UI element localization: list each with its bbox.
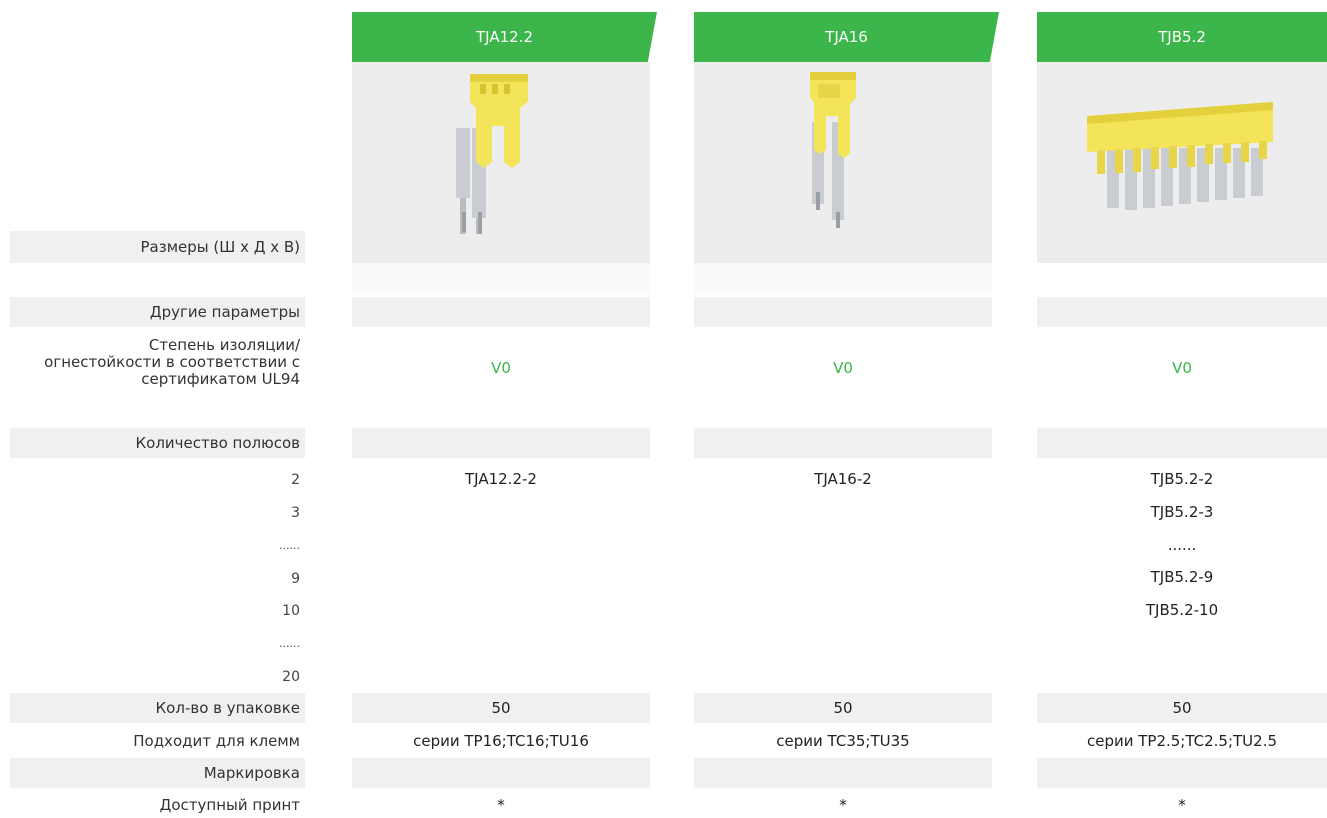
part-number: TJB5.2-10 — [1145, 601, 1219, 619]
pole-count-2: 2 — [291, 472, 300, 488]
yellow-10-pole-jumper-icon — [1087, 102, 1273, 210]
insulation-value: V0 — [833, 359, 853, 377]
print-value: * — [497, 796, 505, 814]
column-header-label: TJA16 — [825, 28, 868, 46]
column-header-label: TJA12.2 — [476, 28, 533, 46]
marking-cell — [694, 758, 992, 788]
qty-value: 50 — [833, 699, 853, 717]
yellow-2-pole-jumper-icon — [456, 74, 528, 234]
row-label-qty: Кол-во в упаковке — [10, 693, 305, 723]
print-value: * — [1178, 796, 1186, 814]
part-number-ellipsis: ...... — [1167, 536, 1197, 554]
yellow-2-pole-jumper-icon — [810, 72, 856, 228]
column-header-tja12-2: TJA12.2 — [352, 12, 657, 62]
fits-value: серии TP2.5;TC2.5;TU2.5 — [1086, 732, 1278, 750]
fits-value: серии TC35;TU35 — [776, 732, 910, 750]
fits-value: серии TP16;TC16;TU16 — [413, 732, 589, 750]
qty-value: 50 — [491, 699, 511, 717]
pole-count-dots: ...... — [279, 539, 300, 552]
row-label-other-params: Другие параметры — [10, 297, 305, 327]
poles-cell — [694, 428, 992, 458]
other-params-cell — [694, 297, 992, 327]
qty-value: 50 — [1172, 699, 1192, 717]
row-label-marking: Маркировка — [10, 758, 305, 788]
part-number: TJB5.2-9 — [1150, 568, 1214, 586]
poles-cell — [1037, 428, 1327, 458]
row-label-print: Доступный принт — [159, 796, 300, 814]
part-number: TJB5.2-3 — [1150, 503, 1214, 521]
pole-count-9: 9 — [291, 571, 300, 587]
pole-count-dots: ...... — [279, 637, 300, 650]
part-number: TJA16-2 — [814, 470, 872, 488]
column-header-label: TJB5.2 — [1158, 28, 1206, 46]
divider — [352, 263, 650, 293]
product-image-tjb5-2 — [1037, 62, 1327, 263]
column-header-tjb5-2: TJB5.2 — [1037, 12, 1327, 62]
other-params-cell — [1037, 297, 1327, 327]
pole-count-3: 3 — [291, 505, 300, 521]
row-label-insulation: Степень изоляции/ огнестойкости в соотве… — [10, 337, 305, 397]
row-label-fits: Подходит для клемм — [133, 732, 300, 750]
marking-cell — [1037, 758, 1327, 788]
other-params-cell — [352, 297, 650, 327]
pole-count-20: 20 — [282, 669, 300, 685]
insulation-line: Степень изоляции/ — [148, 336, 300, 354]
column-header-tja16: TJA16 — [694, 12, 999, 62]
divider — [694, 263, 992, 293]
part-number: TJA12.2-2 — [465, 470, 537, 488]
marking-cell — [352, 758, 650, 788]
part-number: TJB5.2-2 — [1150, 470, 1214, 488]
product-image-tja16 — [694, 62, 992, 263]
row-label-poles: Количество полюсов — [10, 428, 305, 458]
insulation-value: V0 — [491, 359, 511, 377]
poles-cell — [352, 428, 650, 458]
product-image-tja12-2 — [352, 62, 650, 263]
pole-count-10: 10 — [282, 603, 300, 619]
insulation-line: огнестойкости в соответствии с — [44, 353, 300, 371]
print-value: * — [839, 796, 847, 814]
insulation-value: V0 — [1172, 359, 1192, 377]
insulation-line: сертификатом UL94 — [141, 370, 300, 388]
row-label-dimensions: Размеры (Ш х Д х В) — [10, 231, 305, 263]
